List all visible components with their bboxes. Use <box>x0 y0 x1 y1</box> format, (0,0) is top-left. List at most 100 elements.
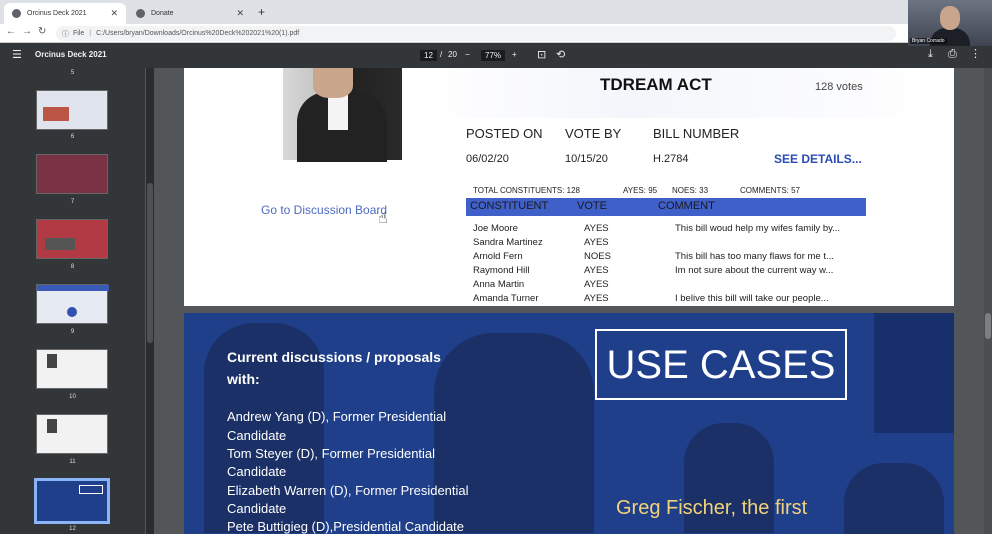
use-cases-title: USE CASES <box>595 329 847 400</box>
constituent-comment: Im not sure about the current way w... <box>675 265 834 276</box>
constituent-vote: AYES <box>584 237 609 248</box>
url-input[interactable]: ⓘ File | C:/Users/bryan/Downloads/Orcinu… <box>56 26 896 41</box>
discussion-item: Candidate <box>227 501 287 516</box>
column-header-comment: COMMENT <box>658 200 715 212</box>
column-header-constituent: CONSTITUENT <box>470 200 549 212</box>
constituent-comment: This bill has too many flaws for me t... <box>675 251 834 262</box>
thumbnail-number: 5 <box>70 70 75 76</box>
constituent-name: Joe Moore <box>473 223 518 234</box>
back-icon[interactable]: ← <box>6 26 16 37</box>
constituent-vote: AYES <box>584 293 609 304</box>
rotate-icon[interactable]: ⟲ <box>556 48 565 61</box>
pdf-page-13: Current discussions / proposals with: An… <box>184 313 954 534</box>
url-scheme: File <box>73 30 85 37</box>
print-icon[interactable]: ⎙ <box>948 48 957 61</box>
total-constituents: TOTAL CONSTITUENTS: 128 <box>473 186 580 195</box>
constituent-vote: AYES <box>584 265 609 276</box>
see-details-link[interactable]: SEE DETAILS... <box>774 152 862 166</box>
thumbnail-number: 9 <box>70 329 75 335</box>
greg-fischer-text: Greg Fischer, the first <box>616 497 808 519</box>
presenter-head <box>940 6 960 30</box>
discussion-board-link[interactable]: Go to Discussion Board <box>261 203 387 217</box>
globe-icon <box>136 9 145 18</box>
document-title: Orcinus Deck 2021 <box>35 50 107 59</box>
url-text: C:/Users/bryan/Downloads/Orcinus%20Deck%… <box>96 30 300 37</box>
background-figure <box>874 313 954 433</box>
thumbnail-dot <box>67 307 77 317</box>
column-header-vote: VOTE <box>577 200 607 212</box>
table-row: Raymond Hill AYES Im not sure about the … <box>466 265 866 279</box>
page-number-input[interactable]: 12 <box>420 50 437 61</box>
thumbnail-page-9[interactable] <box>36 284 109 324</box>
sidebar-scrollbar[interactable] <box>146 68 154 534</box>
constituent-comment: This bill woud help my wifes family by..… <box>675 223 841 234</box>
table-row: Arnold Fern NOES This bill has too many … <box>466 251 866 265</box>
profile-photo <box>283 68 402 162</box>
new-tab-button[interactable]: + <box>258 5 265 19</box>
thumbnail-box <box>79 485 103 494</box>
discussion-item: Candidate <box>227 464 287 479</box>
constituent-name: Anna Martin <box>473 279 525 290</box>
constituent-vote: AYES <box>584 223 609 234</box>
browser-tab-bar: Orcinus Deck 2021 ✕ Donate ✕ + <box>0 0 992 24</box>
webcam-overlay: Bryan Corrado <box>908 0 992 46</box>
thumbnail-sidebar: 5 6 7 8 9 10 11 12 <box>0 68 145 534</box>
thumbnail-page-6[interactable] <box>36 90 108 130</box>
constituent-vote: AYES <box>584 279 609 290</box>
thumbnail-page-10[interactable] <box>36 349 108 389</box>
hand-cursor-icon: ☝ <box>378 210 388 227</box>
close-tab-icon[interactable]: ✕ <box>236 8 244 19</box>
zoom-out-button[interactable]: − <box>465 50 470 59</box>
sidebar-scroll-thumb[interactable] <box>147 183 153 343</box>
constituent-name: Raymond Hill <box>473 265 530 276</box>
vote-by-date: 10/15/20 <box>565 153 608 165</box>
forward-icon[interactable]: → <box>22 26 32 37</box>
thumbnail-image <box>43 107 69 121</box>
discussion-item: Tom Steyer (D), Former Presidential <box>227 446 436 461</box>
posted-on-label: POSTED ON <box>466 126 543 141</box>
table-header: CONSTITUENT VOTE COMMENT <box>466 198 866 216</box>
constituent-comment: I belive this bill will take our people.… <box>675 293 829 304</box>
pdf-toolbar: ☰ Orcinus Deck 2021 12 / 20 − 77% + ⊡ ⟲ … <box>0 43 992 68</box>
reload-icon[interactable]: ↻ <box>38 26 46 37</box>
viewer-scroll-thumb[interactable] <box>985 313 991 339</box>
tab-orcinus-deck[interactable]: Orcinus Deck 2021 ✕ <box>4 3 126 24</box>
close-tab-icon[interactable]: ✕ <box>110 8 118 19</box>
discussion-item: Pete Buttigieg (D),Presidential Candidat… <box>227 519 465 534</box>
more-options-icon[interactable]: ⋮ <box>970 47 981 60</box>
url-divider: | <box>89 30 92 37</box>
background-figure <box>844 463 944 534</box>
thumbnail-page-12[interactable] <box>34 478 110 524</box>
download-icon[interactable]: ⤓ <box>928 48 933 61</box>
tab-donate[interactable]: Donate ✕ <box>128 3 252 24</box>
pdf-page-12: TDREAM ACT 128 votes POSTED ON VOTE BY B… <box>184 68 954 306</box>
thumbnail-number: 8 <box>70 264 75 270</box>
zoom-in-button[interactable]: + <box>512 50 517 59</box>
thumbnail-page-8[interactable] <box>36 219 108 259</box>
viewer-scrollbar[interactable] <box>984 68 992 534</box>
constituent-name: Sandra Martinez <box>473 237 543 248</box>
menu-icon[interactable]: ☰ <box>12 48 22 61</box>
thumbnail-number: 12 <box>69 526 76 532</box>
background-figure <box>434 333 594 533</box>
vote-by-label: VOTE BY <box>565 126 622 141</box>
fit-page-icon[interactable]: ⊡ <box>537 48 546 61</box>
page-separator: / <box>440 50 443 59</box>
thumbnail-page-11[interactable] <box>36 414 108 454</box>
address-bar: ← → ↻ ⓘ File | C:/Users/bryan/Downloads/… <box>0 24 992 43</box>
zoom-input[interactable]: 77% <box>481 50 506 61</box>
bill-title: TDREAM ACT <box>600 75 712 94</box>
discussions-heading-cont: with: <box>227 371 260 387</box>
discussions-heading: Current discussions / proposals <box>227 349 441 365</box>
thumbnail-number: 6 <box>70 134 75 140</box>
thumbnail-image <box>47 354 57 368</box>
discussion-item: Andrew Yang (D), Former Presidential <box>227 409 447 424</box>
photo-face <box>313 68 353 98</box>
tab-label: Donate <box>151 10 174 17</box>
bill-number: H.2784 <box>653 153 689 165</box>
table-row: Joe Moore AYES This bill woud help my wi… <box>466 223 866 237</box>
page-total: 20 <box>448 50 457 59</box>
thumbnail-page-7[interactable] <box>36 154 108 194</box>
vote-count: 128 votes <box>815 81 863 93</box>
table-row: Sandra Martinez AYES <box>466 237 866 251</box>
